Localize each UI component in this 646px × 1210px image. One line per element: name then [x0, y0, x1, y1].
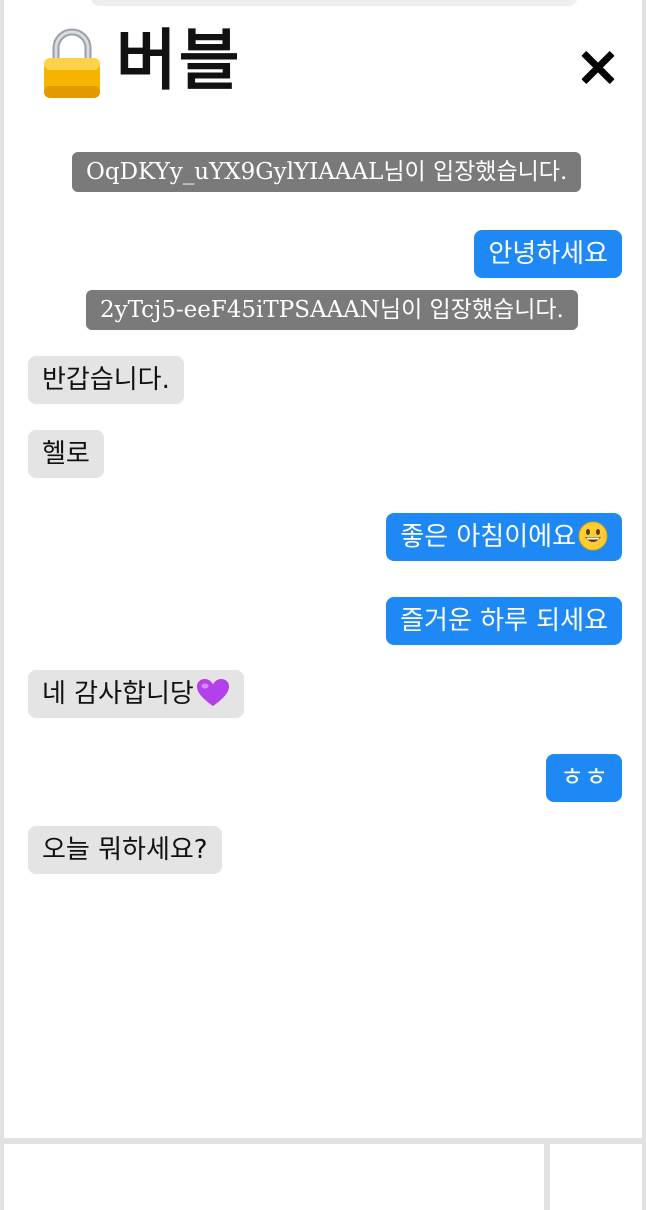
other-message-bubble: 헬로: [28, 430, 104, 478]
other-message-text: 헬로: [42, 439, 90, 469]
my-message-text: 안녕하세요: [488, 239, 608, 269]
message-composer: [4, 1138, 642, 1210]
grinning-face-icon: [578, 521, 608, 551]
system-message: OqDKYy_uYX9GylYIAAAL님이 입장했습니다.: [72, 152, 582, 192]
other-message-bubble: 반갑습니다.: [28, 356, 184, 404]
other-message-bubble: 네 감사합니당: [28, 670, 244, 718]
my-message-bubble: 좋은 아침이에요: [386, 513, 622, 561]
my-message-bubble: ㅎㅎ: [546, 754, 622, 802]
system-message-text: 2yTcj5-eeF45iTPSAAAN님이 입장했습니다.: [100, 297, 564, 323]
message-input[interactable]: [4, 1144, 550, 1210]
other-message-text: 네 감사합니당: [42, 679, 194, 709]
purple-heart-icon: [196, 679, 229, 706]
system-message: 2yTcj5-eeF45iTPSAAAN님이 입장했습니다.: [86, 290, 578, 330]
my-message-bubble: 안녕하세요: [474, 230, 622, 278]
message-list: OqDKYy_uYX9GylYIAAAL님이 입장했습니다. 안녕하세요 2yT…: [4, 0, 642, 1136]
send-button[interactable]: [556, 1144, 642, 1210]
my-message-text: 즐거운 하루 되세요: [400, 606, 608, 636]
other-message-bubble: 오늘 뭐하세요?: [28, 826, 222, 874]
my-message-text: 좋은 아침이에요: [400, 522, 576, 552]
chat-window: 버블 OqDKYy_uYX9GylYIAAAL님이 입장했습니다. 안녕하세요 …: [0, 0, 646, 1210]
my-message-bubble: 즐거운 하루 되세요: [386, 597, 622, 645]
other-message-text: 오늘 뭐하세요?: [42, 835, 208, 865]
other-message-text: 반갑습니다.: [42, 365, 170, 395]
my-message-text: ㅎㅎ: [560, 763, 608, 793]
system-message-text: OqDKYy_uYX9GylYIAAAL님이 입장했습니다.: [86, 159, 568, 185]
